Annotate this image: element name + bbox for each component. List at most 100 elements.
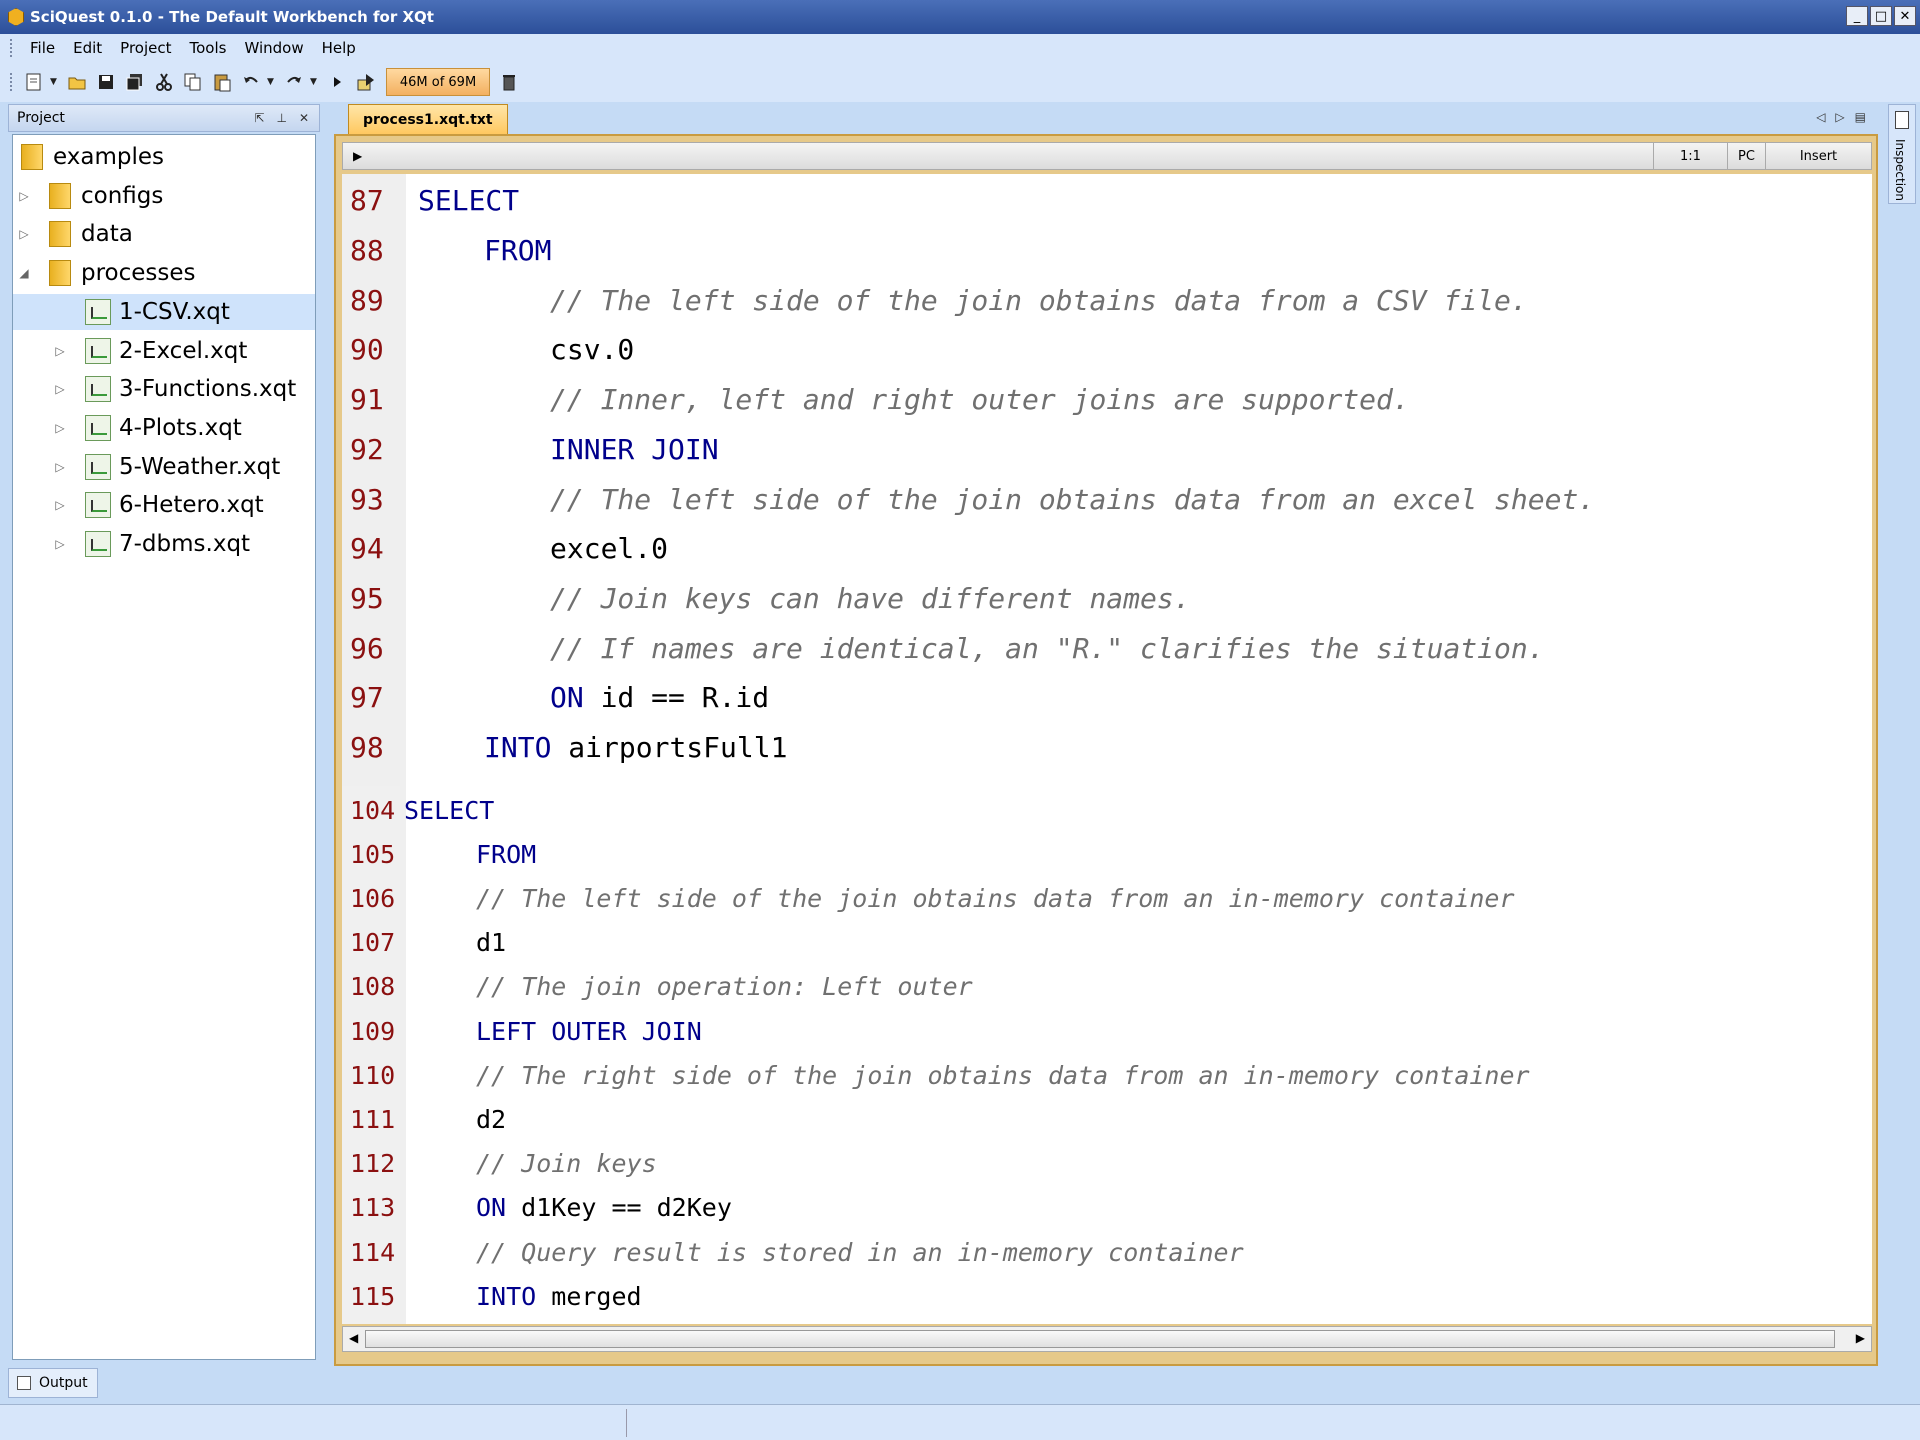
tree-file-item[interactable]: ▷ 5-Weather.xqt — [13, 449, 315, 485]
xqt-file-icon — [85, 492, 111, 519]
expander-icon[interactable]: ▷ — [53, 344, 67, 358]
code-line: 97 ON id == R.id — [342, 673, 769, 723]
expander-icon[interactable]: ▷ — [53, 460, 67, 474]
code-editor[interactable]: 87 SELECT 88 FROM 89 // The left side of the … — [342, 174, 1872, 1324]
save-all-icon[interactable] — [122, 69, 148, 95]
keyword-token: INTO — [476, 1281, 537, 1311]
undo-dropdown-icon[interactable]: ▼ — [267, 77, 277, 87]
open-folder-icon[interactable] — [64, 69, 90, 95]
redo-dropdown-icon[interactable]: ▼ — [310, 77, 320, 87]
code-line: 93 // The left side of the join obtains d… — [342, 474, 1595, 524]
expander-icon[interactable]: ▷ — [53, 382, 67, 396]
folder-icon — [49, 182, 71, 209]
pin-icon[interactable]: ⊥ — [276, 111, 286, 125]
line-number: 90 — [350, 333, 384, 367]
tree-folder-item[interactable]: ▷ data — [13, 216, 315, 252]
text-token: d1 — [476, 928, 507, 958]
run-script-icon[interactable]: ▶ — [353, 149, 362, 163]
tree-folder-item[interactable]: examples — [13, 139, 315, 175]
close-button[interactable]: ✕ — [1894, 6, 1916, 26]
comment-token: // Inner, left and right outer joins are… — [550, 383, 1410, 417]
line-number: 97 — [350, 681, 384, 715]
line-number: 114 — [350, 1237, 396, 1267]
code-text: FROM — [398, 840, 536, 869]
code-line: 98 INTO airportsFull1 — [342, 723, 787, 773]
code-text: // The left side of the join obtains dat… — [398, 284, 1528, 317]
code-line: 110 // The right side of the join obtains… — [342, 1053, 1530, 1097]
tree-file-item[interactable]: ▷ 6-Hetero.xqt — [13, 487, 315, 523]
code-text: INNER JOIN — [398, 433, 719, 466]
run-icon[interactable] — [324, 69, 350, 95]
menu-help[interactable]: Help — [313, 39, 365, 57]
expander-icon[interactable]: ▷ — [53, 421, 67, 435]
minimize-button[interactable]: _ — [1846, 6, 1868, 26]
redo-icon[interactable] — [281, 69, 307, 95]
code-text: ON id == R.id — [398, 681, 769, 714]
undo-icon[interactable] — [238, 69, 264, 95]
close-panel-icon[interactable]: ✕ — [299, 111, 309, 125]
tree-file-item[interactable]: ▷ 4-Plots.xqt — [13, 410, 315, 446]
inspection-sidebar[interactable]: Inspection — [1888, 104, 1916, 204]
output-tab-label: Output — [39, 1375, 88, 1391]
folder-icon — [21, 144, 43, 170]
tree-folder-item[interactable]: ▷ configs — [13, 178, 315, 214]
code-text: // Inner, left and right outer joins are… — [398, 383, 1410, 416]
menu-project[interactable]: Project — [111, 39, 180, 57]
scroll-left-icon[interactable]: ◀ — [349, 1331, 358, 1345]
line-number: 93 — [350, 482, 384, 516]
maximize-button[interactable]: □ — [1870, 6, 1892, 26]
menu-file[interactable]: File — [21, 39, 64, 57]
code-text: LEFT OUTER JOIN — [398, 1017, 702, 1046]
scrollbar-thumb[interactable] — [365, 1330, 1835, 1348]
save-icon[interactable] — [93, 69, 119, 95]
tree-file-item[interactable]: ▷ 3-Functions.xqt — [13, 371, 315, 407]
keyword-token: SELECT — [404, 795, 495, 825]
copy-icon[interactable] — [180, 69, 206, 95]
run-debug-icon[interactable] — [353, 69, 379, 95]
menu-window[interactable]: Window — [235, 39, 312, 57]
new-file-dropdown-icon[interactable]: ▼ — [50, 77, 60, 87]
horizontal-scrollbar[interactable]: ◀ ▶ — [342, 1326, 1872, 1352]
line-number: 108 — [350, 972, 396, 1002]
line-number: 110 — [350, 1060, 396, 1090]
keyword-token: INTO — [484, 731, 552, 765]
expander-icon[interactable]: ▷ — [53, 537, 67, 551]
new-file-icon[interactable] — [21, 69, 47, 95]
expander-icon[interactable]: ▷ — [17, 189, 31, 203]
title-bar: SciQuest 0.1.0 - The Default Workbench f… — [0, 0, 1920, 34]
scroll-right-icon[interactable]: ▶ — [1856, 1331, 1865, 1345]
tab-process1[interactable]: process1.xqt.txt — [348, 104, 508, 134]
tree-file-item[interactable]: ▷ 7-dbms.xqt — [13, 526, 315, 562]
xqt-file-icon — [85, 453, 111, 480]
memory-indicator[interactable]: 46M of 69M — [386, 68, 490, 96]
line-number: 106 — [350, 883, 396, 913]
xqt-file-icon — [85, 337, 111, 364]
expander-icon[interactable]: ◢ — [17, 266, 31, 280]
code-line: 106 // The left side of the join obtains … — [342, 876, 1515, 920]
line-number: 92 — [350, 432, 384, 466]
expander-icon[interactable]: ▷ — [53, 498, 67, 512]
project-panel-header: Project ⇱ ⊥ ✕ — [8, 104, 320, 132]
tab-scroll-left-icon[interactable]: ◁ — [1816, 110, 1825, 124]
cut-icon[interactable] — [151, 69, 177, 95]
garbage-collect-icon[interactable] — [496, 69, 522, 95]
tree-folder-item[interactable]: ◢ processes — [13, 255, 315, 291]
code-line: 92 INNER JOIN — [342, 425, 719, 475]
tree-file-item[interactable]: 1-CSV.xqt — [13, 293, 315, 330]
project-panel: Project ⇱ ⊥ ✕ examples ▷ configs ▷ data ◢ proc… — [8, 104, 320, 1360]
tab-list-icon[interactable]: ▤ — [1855, 110, 1866, 124]
code-line: 104 SELECT — [342, 788, 494, 832]
tree-item-label: 3-Functions.xqt — [119, 376, 297, 403]
expander-icon[interactable]: ▷ — [17, 227, 31, 241]
keyword-token: FROM — [484, 234, 552, 268]
line-number: 96 — [350, 631, 384, 665]
float-panel-icon[interactable]: ⇱ — [254, 111, 264, 125]
paste-icon[interactable] — [209, 69, 235, 95]
menu-edit[interactable]: Edit — [64, 39, 111, 57]
tree-file-item[interactable]: ▷ 2-Excel.xqt — [13, 333, 315, 369]
output-tab[interactable]: Output — [8, 1368, 98, 1398]
tab-scroll-right-icon[interactable]: ▷ — [1835, 110, 1844, 124]
menu-tools[interactable]: Tools — [181, 39, 236, 57]
expander-icon[interactable] — [53, 305, 67, 319]
code-text: SELECT — [398, 184, 519, 217]
